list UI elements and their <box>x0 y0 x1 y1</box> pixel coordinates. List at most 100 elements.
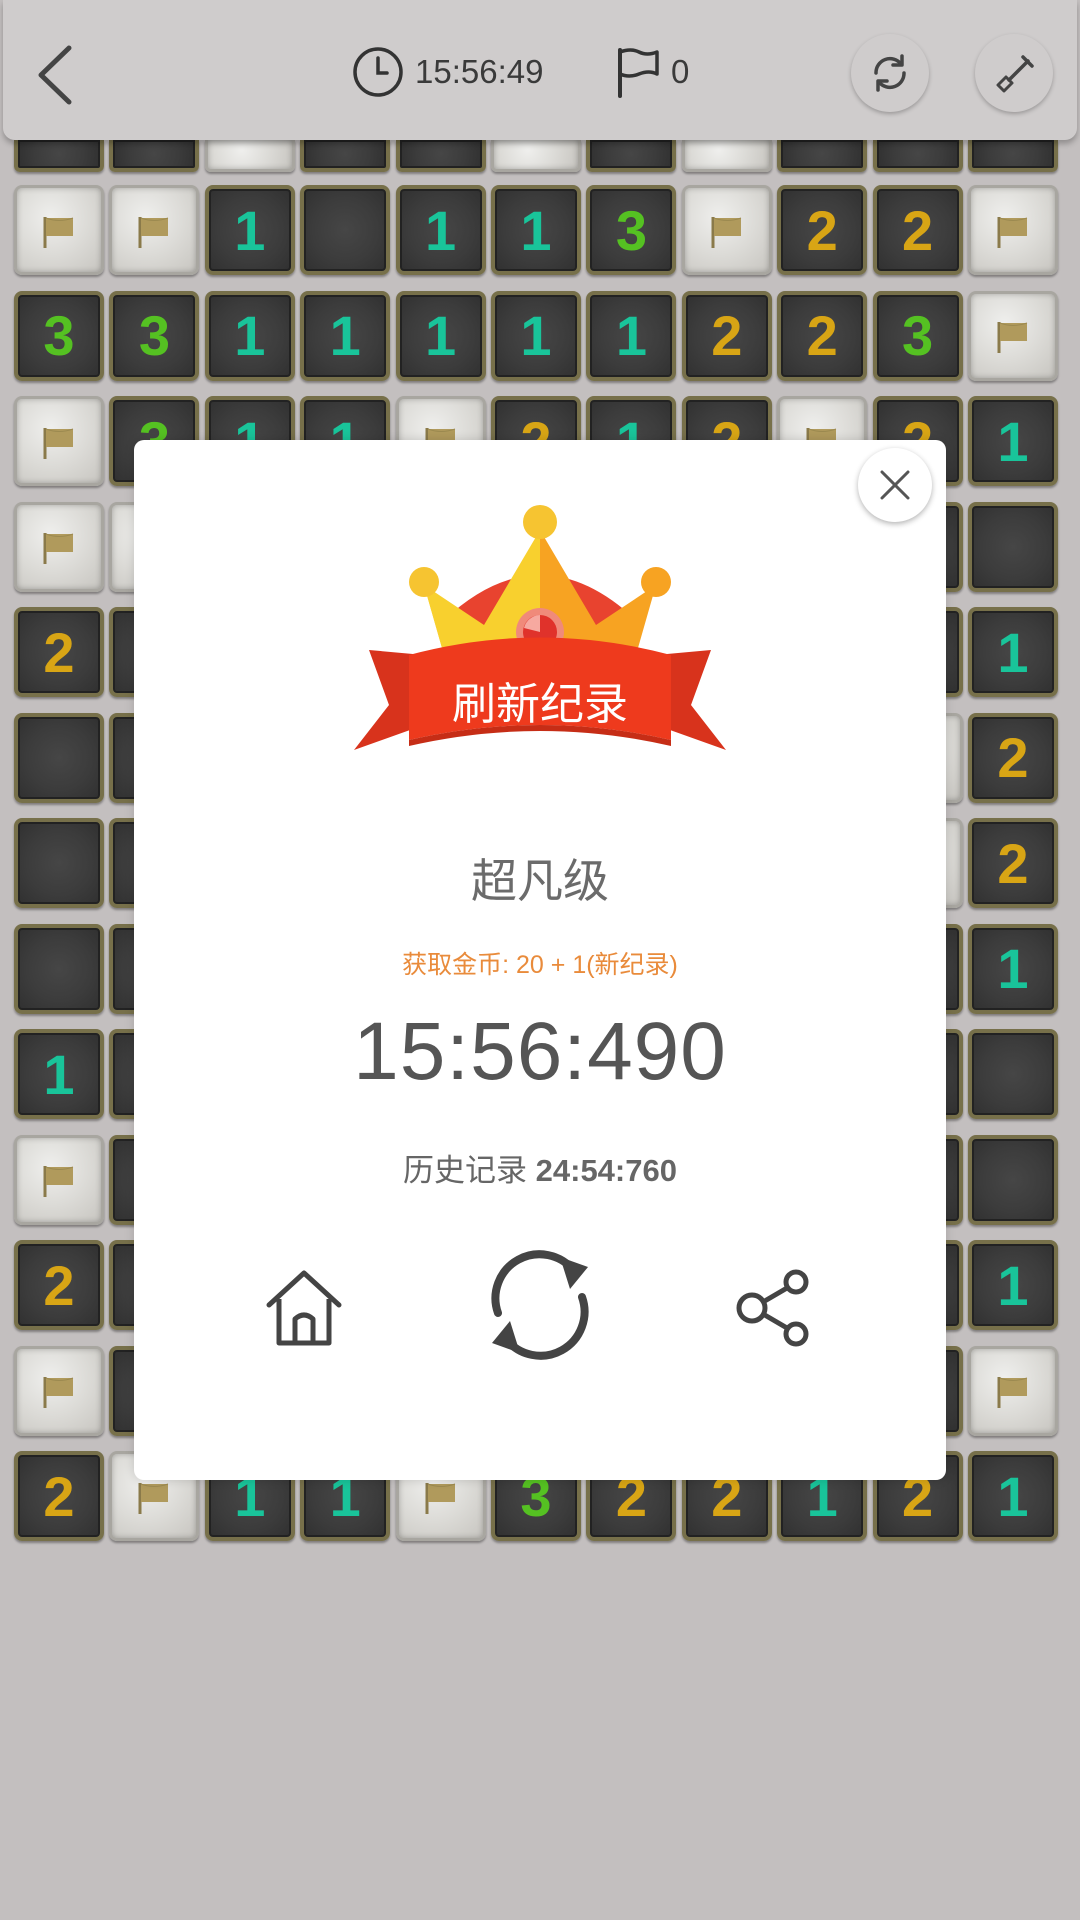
revealed-cell[interactable]: 2 <box>14 1451 104 1541</box>
revealed-cell[interactable]: 1 <box>395 290 486 381</box>
revealed-cell[interactable]: 1 <box>491 185 581 275</box>
game-timer: 15:56:49 <box>351 44 543 100</box>
revealed-cell[interactable]: 2 <box>968 818 1058 908</box>
home-icon <box>266 1270 342 1346</box>
board-cell[interactable] <box>681 140 772 172</box>
flagged-cell[interactable] <box>14 1134 104 1225</box>
board-cell[interactable] <box>872 140 963 172</box>
flagged-cell[interactable] <box>14 1345 104 1436</box>
back-button[interactable] <box>29 40 89 110</box>
mine-count-number: 2 <box>43 1464 75 1528</box>
flag-icon <box>39 1358 79 1423</box>
flagged-cell[interactable] <box>968 290 1058 381</box>
restart-button[interactable] <box>851 34 929 112</box>
share-button[interactable] <box>724 1258 824 1358</box>
revealed-cell[interactable]: 1 <box>14 1029 104 1119</box>
mine-count-number: 1 <box>234 304 266 367</box>
revealed-cell[interactable]: 1 <box>491 290 581 381</box>
mine-count-number: 1 <box>425 198 457 262</box>
revealed-cell[interactable]: 2 <box>681 290 772 381</box>
board-cell[interactable] <box>586 140 677 172</box>
revealed-cell[interactable]: 1 <box>968 923 1058 1014</box>
mine-count-number: 2 <box>997 831 1029 895</box>
revealed-cell[interactable] <box>968 1134 1058 1225</box>
board-cell[interactable] <box>14 140 104 172</box>
flag-icon <box>993 198 1033 263</box>
revealed-cell[interactable]: 3 <box>14 290 104 381</box>
home-button[interactable] <box>244 1258 364 1358</box>
mine-count-number: 3 <box>902 304 934 367</box>
flagged-cell[interactable] <box>968 1345 1058 1436</box>
revealed-cell[interactable] <box>968 501 1058 592</box>
revealed-cell[interactable] <box>968 1029 1058 1119</box>
close-icon <box>880 470 910 500</box>
revealed-cell[interactable]: 1 <box>204 185 295 275</box>
revealed-cell[interactable]: 2 <box>14 1240 104 1330</box>
history-label: 历史记录 <box>403 1153 528 1188</box>
history-record: 历史记录 24:54:760 <box>134 1145 946 1190</box>
board-cell[interactable] <box>300 140 391 172</box>
mine-count-number: 2 <box>806 198 838 262</box>
clock-icon <box>353 47 403 97</box>
history-value: 24:54:760 <box>535 1153 677 1188</box>
board-cell[interactable] <box>395 140 486 172</box>
flagged-cell[interactable] <box>109 185 200 275</box>
mine-count-number: 2 <box>902 198 934 262</box>
timer-value: 15:56:49 <box>415 53 544 90</box>
revealed-cell[interactable] <box>14 712 104 803</box>
record-banner-text: 刷新纪录 <box>452 679 628 730</box>
revealed-cell[interactable]: 1 <box>586 290 677 381</box>
flag-icon <box>707 198 747 263</box>
flagged-cell[interactable] <box>14 501 104 592</box>
chevron-left-icon <box>38 45 72 105</box>
revealed-cell[interactable]: 1 <box>968 396 1058 486</box>
coins-earned: 获取金币: 20 + 1(新纪录) <box>402 951 678 979</box>
revealed-cell[interactable]: 1 <box>968 1240 1058 1330</box>
mine-count-number: 1 <box>520 198 552 262</box>
board-cell[interactable] <box>968 140 1058 172</box>
mine-count-number: 2 <box>43 1253 75 1317</box>
revealed-cell[interactable] <box>14 818 104 908</box>
revealed-cell[interactable]: 1 <box>968 607 1058 697</box>
revealed-cell[interactable] <box>14 923 104 1014</box>
revealed-cell[interactable]: 1 <box>204 290 295 381</box>
finish-time: 15:56:490 <box>353 1006 727 1097</box>
flag-icon <box>39 514 79 579</box>
revealed-cell[interactable]: 2 <box>777 185 868 275</box>
board-cell[interactable] <box>204 140 295 172</box>
top-bar: 15:56:49 0 <box>3 0 1077 140</box>
mine-count-number: 2 <box>711 304 743 367</box>
mine-count-number: 1 <box>997 1253 1029 1317</box>
mine-count-number: 1 <box>997 409 1029 473</box>
revealed-cell[interactable]: 3 <box>586 185 677 275</box>
shovel-button[interactable] <box>975 34 1053 112</box>
close-button[interactable] <box>858 448 932 522</box>
mine-count-number: 1 <box>425 304 457 367</box>
board-cell[interactable] <box>109 140 200 172</box>
revealed-cell[interactable]: 2 <box>872 185 963 275</box>
revealed-cell[interactable]: 2 <box>14 607 104 697</box>
revealed-cell[interactable]: 2 <box>968 712 1058 803</box>
revealed-cell[interactable]: 1 <box>395 185 486 275</box>
revealed-cell[interactable] <box>300 185 391 275</box>
replay-icon <box>491 1250 589 1360</box>
revealed-cell[interactable]: 3 <box>109 290 200 381</box>
revealed-cell[interactable]: 2 <box>777 290 868 381</box>
refresh-icon <box>874 54 906 92</box>
difficulty-level: 超凡级 <box>471 855 609 907</box>
flag-icon <box>134 198 174 263</box>
board-cell[interactable] <box>777 140 868 172</box>
revealed-cell[interactable]: 3 <box>872 290 963 381</box>
mine-count-number: 1 <box>997 620 1029 684</box>
revealed-cell[interactable]: 1 <box>300 290 391 381</box>
flagged-cell[interactable] <box>968 185 1058 275</box>
mine-count-number: 3 <box>43 304 75 367</box>
board-cell[interactable] <box>491 140 581 172</box>
flagged-cell[interactable] <box>14 396 104 486</box>
replay-button[interactable] <box>470 1240 610 1370</box>
shovel-icon <box>996 55 1034 93</box>
crown-badge: 刷新纪录 <box>354 500 726 800</box>
flagged-cell[interactable] <box>681 185 772 275</box>
revealed-cell[interactable]: 1 <box>968 1451 1058 1541</box>
flagged-cell[interactable] <box>14 185 104 275</box>
